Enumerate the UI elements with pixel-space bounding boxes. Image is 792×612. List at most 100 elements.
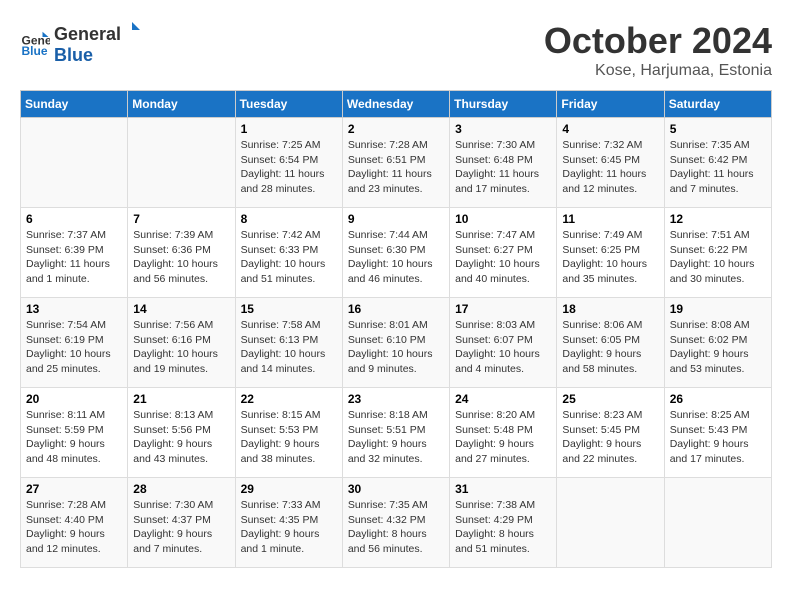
calendar-cell: 11 Sunrise: 7:49 AMSunset: 6:25 PMDayligh…	[557, 208, 664, 298]
day-info: Sunrise: 7:33 AMSunset: 4:35 PMDaylight:…	[241, 498, 337, 557]
logo: General Blue General Blue	[20, 20, 143, 66]
day-info: Sunrise: 7:32 AMSunset: 6:45 PMDaylight:…	[562, 138, 658, 197]
day-info: Sunrise: 7:28 AMSunset: 4:40 PMDaylight:…	[26, 498, 122, 557]
logo-blue-text: Blue	[54, 45, 93, 65]
header-wednesday: Wednesday	[342, 91, 449, 118]
day-info: Sunrise: 7:28 AMSunset: 6:51 PMDaylight:…	[348, 138, 444, 197]
calendar-cell: 15Sunrise: 7:58 AMSunset: 6:13 PMDayligh…	[235, 298, 342, 388]
calendar-cell	[21, 118, 128, 208]
calendar-cell: 6 Sunrise: 7:37 AMSunset: 6:39 PMDaylight…	[21, 208, 128, 298]
calendar-cell: 2Sunrise: 7:28 AMSunset: 6:51 PMDaylight…	[342, 118, 449, 208]
day-info: Sunrise: 8:18 AMSunset: 5:51 PMDaylight:…	[348, 408, 444, 467]
day-number: 12	[670, 212, 766, 226]
day-number: 22	[241, 392, 337, 406]
day-info: Sunrise: 8:25 AMSunset: 5:43 PMDaylight:…	[670, 408, 766, 467]
subtitle: Kose, Harjumaa, Estonia	[544, 62, 772, 80]
day-number: 14	[133, 302, 229, 316]
calendar-cell: 5 Sunrise: 7:35 AMSunset: 6:42 PMDaylight…	[664, 118, 771, 208]
calendar-cell: 7Sunrise: 7:39 AMSunset: 6:36 PMDaylight…	[128, 208, 235, 298]
title-area: October 2024 Kose, Harjumaa, Estonia	[544, 20, 772, 80]
calendar-cell: 18Sunrise: 8:06 AMSunset: 6:05 PMDayligh…	[557, 298, 664, 388]
week-row: 27 Sunrise: 7:28 AMSunset: 4:40 PMDayligh…	[21, 478, 772, 568]
calendar-cell: 23 Sunrise: 8:18 AMSunset: 5:51 PMDayligh…	[342, 388, 449, 478]
day-info: Sunrise: 7:47 AMSunset: 6:27 PMDaylight:…	[455, 228, 551, 287]
calendar-cell: 25 Sunrise: 8:23 AMSunset: 5:45 PMDayligh…	[557, 388, 664, 478]
day-number: 8	[241, 212, 337, 226]
day-info: Sunrise: 7:44 AMSunset: 6:30 PMDaylight:…	[348, 228, 444, 287]
day-info: Sunrise: 7:51 AMSunset: 6:22 PMDaylight:…	[670, 228, 766, 287]
week-row: 20 Sunrise: 8:11 AMSunset: 5:59 PMDayligh…	[21, 388, 772, 478]
day-info: Sunrise: 7:30 AMSunset: 4:37 PMDaylight:…	[133, 498, 229, 557]
day-info: Sunrise: 7:56 AMSunset: 6:16 PMDaylight:…	[133, 318, 229, 377]
calendar-cell: 31 Sunrise: 7:38 AMSunset: 4:29 PMDayligh…	[450, 478, 557, 568]
day-number: 19	[670, 302, 766, 316]
day-info: Sunrise: 8:01 AMSunset: 6:10 PMDaylight:…	[348, 318, 444, 377]
day-info: Sunrise: 7:25 AMSunset: 6:54 PMDaylight:…	[241, 138, 337, 197]
day-number: 10	[455, 212, 551, 226]
calendar-cell: 21Sunrise: 8:13 AMSunset: 5:56 PMDayligh…	[128, 388, 235, 478]
day-info: Sunrise: 7:38 AMSunset: 4:29 PMDaylight:…	[455, 498, 551, 557]
day-number: 23	[348, 392, 444, 406]
day-number: 20	[26, 392, 122, 406]
header-tuesday: Tuesday	[235, 91, 342, 118]
svg-text:Blue: Blue	[22, 44, 48, 58]
day-number: 31	[455, 482, 551, 496]
calendar-cell: 19 Sunrise: 8:08 AMSunset: 6:02 PMDayligh…	[664, 298, 771, 388]
day-number: 28	[133, 482, 229, 496]
day-info: Sunrise: 7:42 AMSunset: 6:33 PMDaylight:…	[241, 228, 337, 287]
day-info: Sunrise: 7:30 AMSunset: 6:48 PMDaylight:…	[455, 138, 551, 197]
day-info: Sunrise: 7:54 AMSunset: 6:19 PMDaylight:…	[26, 318, 122, 377]
calendar-cell: 4Sunrise: 7:32 AMSunset: 6:45 PMDaylight…	[557, 118, 664, 208]
day-number: 26	[670, 392, 766, 406]
logo-general-text: General	[54, 24, 121, 45]
week-row: 13 Sunrise: 7:54 AMSunset: 6:19 PMDayligh…	[21, 298, 772, 388]
day-number: 5	[670, 122, 766, 136]
calendar-cell: 13 Sunrise: 7:54 AMSunset: 6:19 PMDayligh…	[21, 298, 128, 388]
day-number: 11	[562, 212, 658, 226]
day-number: 24	[455, 392, 551, 406]
header-thursday: Thursday	[450, 91, 557, 118]
calendar-cell: 8 Sunrise: 7:42 AMSunset: 6:33 PMDaylight…	[235, 208, 342, 298]
day-info: Sunrise: 8:23 AMSunset: 5:45 PMDaylight:…	[562, 408, 658, 467]
calendar-cell	[664, 478, 771, 568]
week-row: 6 Sunrise: 7:37 AMSunset: 6:39 PMDaylight…	[21, 208, 772, 298]
day-number: 6	[26, 212, 122, 226]
day-number: 27	[26, 482, 122, 496]
day-info: Sunrise: 7:35 AMSunset: 6:42 PMDaylight:…	[670, 138, 766, 197]
calendar-cell: 17 Sunrise: 8:03 AMSunset: 6:07 PMDayligh…	[450, 298, 557, 388]
calendar-cell: 24Sunrise: 8:20 AMSunset: 5:48 PMDayligh…	[450, 388, 557, 478]
main-title: October 2024	[544, 20, 772, 62]
header-friday: Friday	[557, 91, 664, 118]
day-number: 1	[241, 122, 337, 136]
calendar-cell: 28 Sunrise: 7:30 AMSunset: 4:37 PMDayligh…	[128, 478, 235, 568]
day-number: 25	[562, 392, 658, 406]
calendar-table: SundayMondayTuesdayWednesdayThursdayFrid…	[20, 90, 772, 568]
day-number: 3	[455, 122, 551, 136]
calendar-cell: 16 Sunrise: 8:01 AMSunset: 6:10 PMDayligh…	[342, 298, 449, 388]
day-number: 9	[348, 212, 444, 226]
day-info: Sunrise: 8:08 AMSunset: 6:02 PMDaylight:…	[670, 318, 766, 377]
day-info: Sunrise: 8:13 AMSunset: 5:56 PMDaylight:…	[133, 408, 229, 467]
day-info: Sunrise: 8:06 AMSunset: 6:05 PMDaylight:…	[562, 318, 658, 377]
calendar-cell: 12 Sunrise: 7:51 AMSunset: 6:22 PMDayligh…	[664, 208, 771, 298]
header-saturday: Saturday	[664, 91, 771, 118]
day-info: Sunrise: 7:35 AMSunset: 4:32 PMDaylight:…	[348, 498, 444, 557]
day-info: Sunrise: 8:03 AMSunset: 6:07 PMDaylight:…	[455, 318, 551, 377]
calendar-cell: 27 Sunrise: 7:28 AMSunset: 4:40 PMDayligh…	[21, 478, 128, 568]
calendar-cell: 29 Sunrise: 7:33 AMSunset: 4:35 PMDayligh…	[235, 478, 342, 568]
calendar-cell: 20 Sunrise: 8:11 AMSunset: 5:59 PMDayligh…	[21, 388, 128, 478]
day-number: 29	[241, 482, 337, 496]
day-number: 17	[455, 302, 551, 316]
week-row: 1 Sunrise: 7:25 AMSunset: 6:54 PMDaylight…	[21, 118, 772, 208]
day-number: 13	[26, 302, 122, 316]
day-info: Sunrise: 7:37 AMSunset: 6:39 PMDaylight:…	[26, 228, 122, 287]
header-monday: Monday	[128, 91, 235, 118]
calendar-cell: 1 Sunrise: 7:25 AMSunset: 6:54 PMDaylight…	[235, 118, 342, 208]
calendar-header: SundayMondayTuesdayWednesdayThursdayFrid…	[21, 91, 772, 118]
logo-arrow-icon	[122, 20, 142, 40]
day-info: Sunrise: 8:11 AMSunset: 5:59 PMDaylight:…	[26, 408, 122, 467]
day-number: 16	[348, 302, 444, 316]
day-info: Sunrise: 8:15 AMSunset: 5:53 PMDaylight:…	[241, 408, 337, 467]
day-info: Sunrise: 7:58 AMSunset: 6:13 PMDaylight:…	[241, 318, 337, 377]
day-info: Sunrise: 7:49 AMSunset: 6:25 PMDaylight:…	[562, 228, 658, 287]
